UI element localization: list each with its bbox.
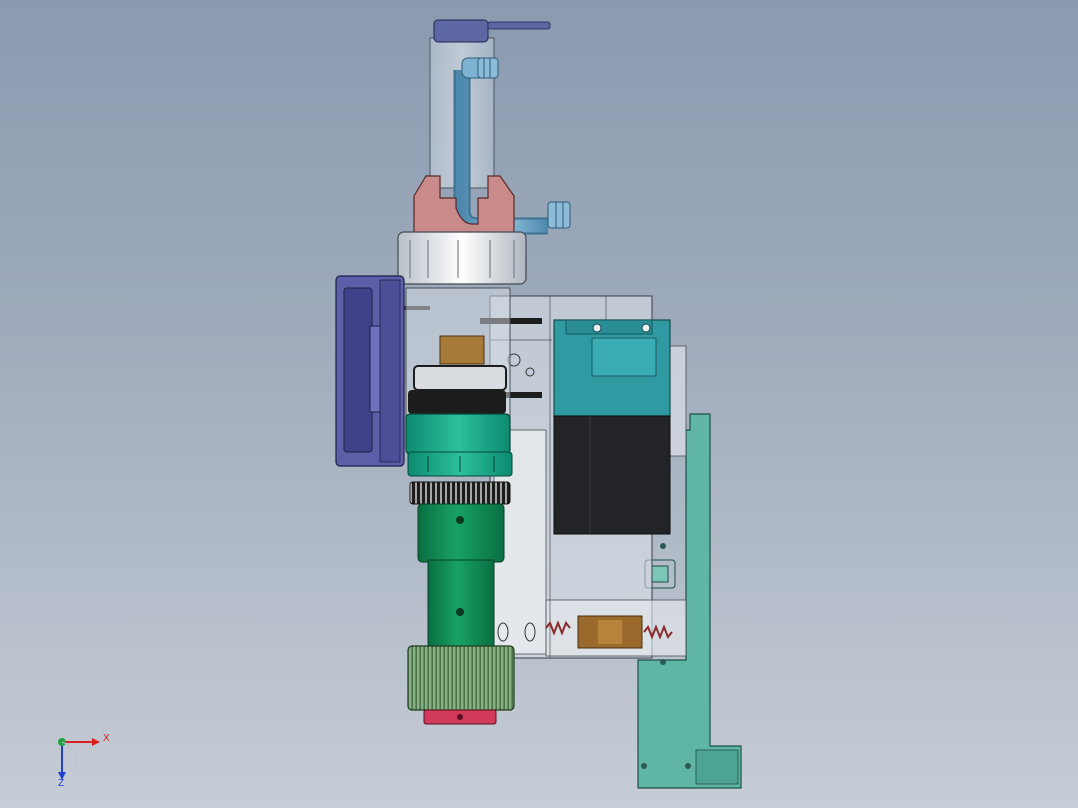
- end-cap[interactable]: [423, 709, 497, 725]
- focus-knob[interactable]: [407, 645, 515, 711]
- cad-viewport[interactable]: X Z: [0, 0, 1078, 808]
- inner-barrel[interactable]: [405, 287, 511, 433]
- top-fitting: [477, 57, 499, 79]
- side-fitting: [547, 201, 571, 229]
- x-axis-label: X: [103, 733, 110, 744]
- coupling-nut[interactable]: [397, 231, 527, 285]
- z-axis-label: Z: [58, 778, 65, 789]
- mounting-clip[interactable]: [335, 275, 405, 467]
- assembly-model[interactable]: [0, 0, 1078, 808]
- solenoid-valve[interactable]: [553, 319, 671, 535]
